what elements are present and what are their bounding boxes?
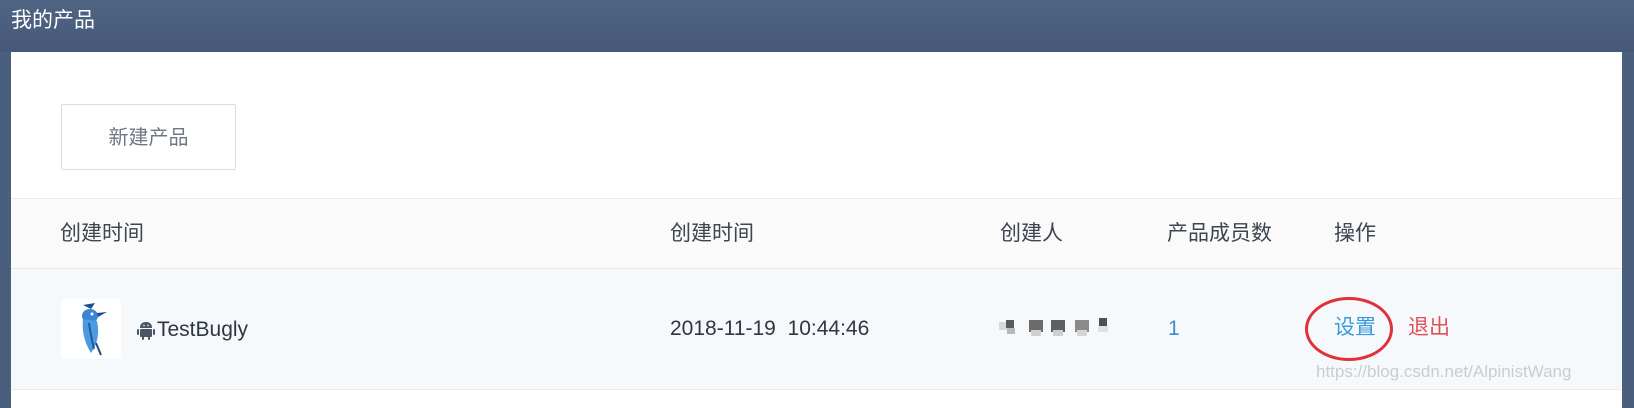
creator-redacted-mosaic: [999, 316, 1111, 338]
column-header-created-time-2: 创建时间: [670, 221, 754, 245]
member-count-link[interactable]: 1: [1168, 315, 1180, 343]
table-bottom-spacer: [11, 390, 1622, 408]
settings-link[interactable]: 设置: [1334, 313, 1376, 341]
android-icon: [137, 320, 155, 340]
column-header-creator: 创建人: [1000, 221, 1063, 245]
column-header-actions: 操作: [1334, 221, 1376, 245]
window-edge: [1622, 52, 1634, 408]
column-header-member-count: 产品成员数: [1167, 221, 1272, 245]
column-header-created-time: 创建时间: [60, 221, 144, 245]
quit-link[interactable]: 退出: [1408, 313, 1450, 341]
page-title: 我的产品: [11, 8, 95, 32]
table-header: 创建时间 创建时间 创建人 产品成员数 操作: [11, 198, 1622, 269]
app-name-link[interactable]: TestBugly: [157, 316, 248, 344]
watermark-text: https://blog.csdn.net/AlpinistWang: [1316, 362, 1572, 381]
created-time-cell: 2018-11-19 10:44:46: [670, 317, 870, 340]
top-bar: 我的产品: [0, 0, 1634, 52]
new-product-button[interactable]: 新建产品: [61, 104, 236, 170]
products-panel: 新建产品 创建时间 创建时间 创建人 产品成员数 操作 TestBugly 20…: [11, 52, 1634, 408]
app-logo-icon[interactable]: [61, 299, 121, 359]
